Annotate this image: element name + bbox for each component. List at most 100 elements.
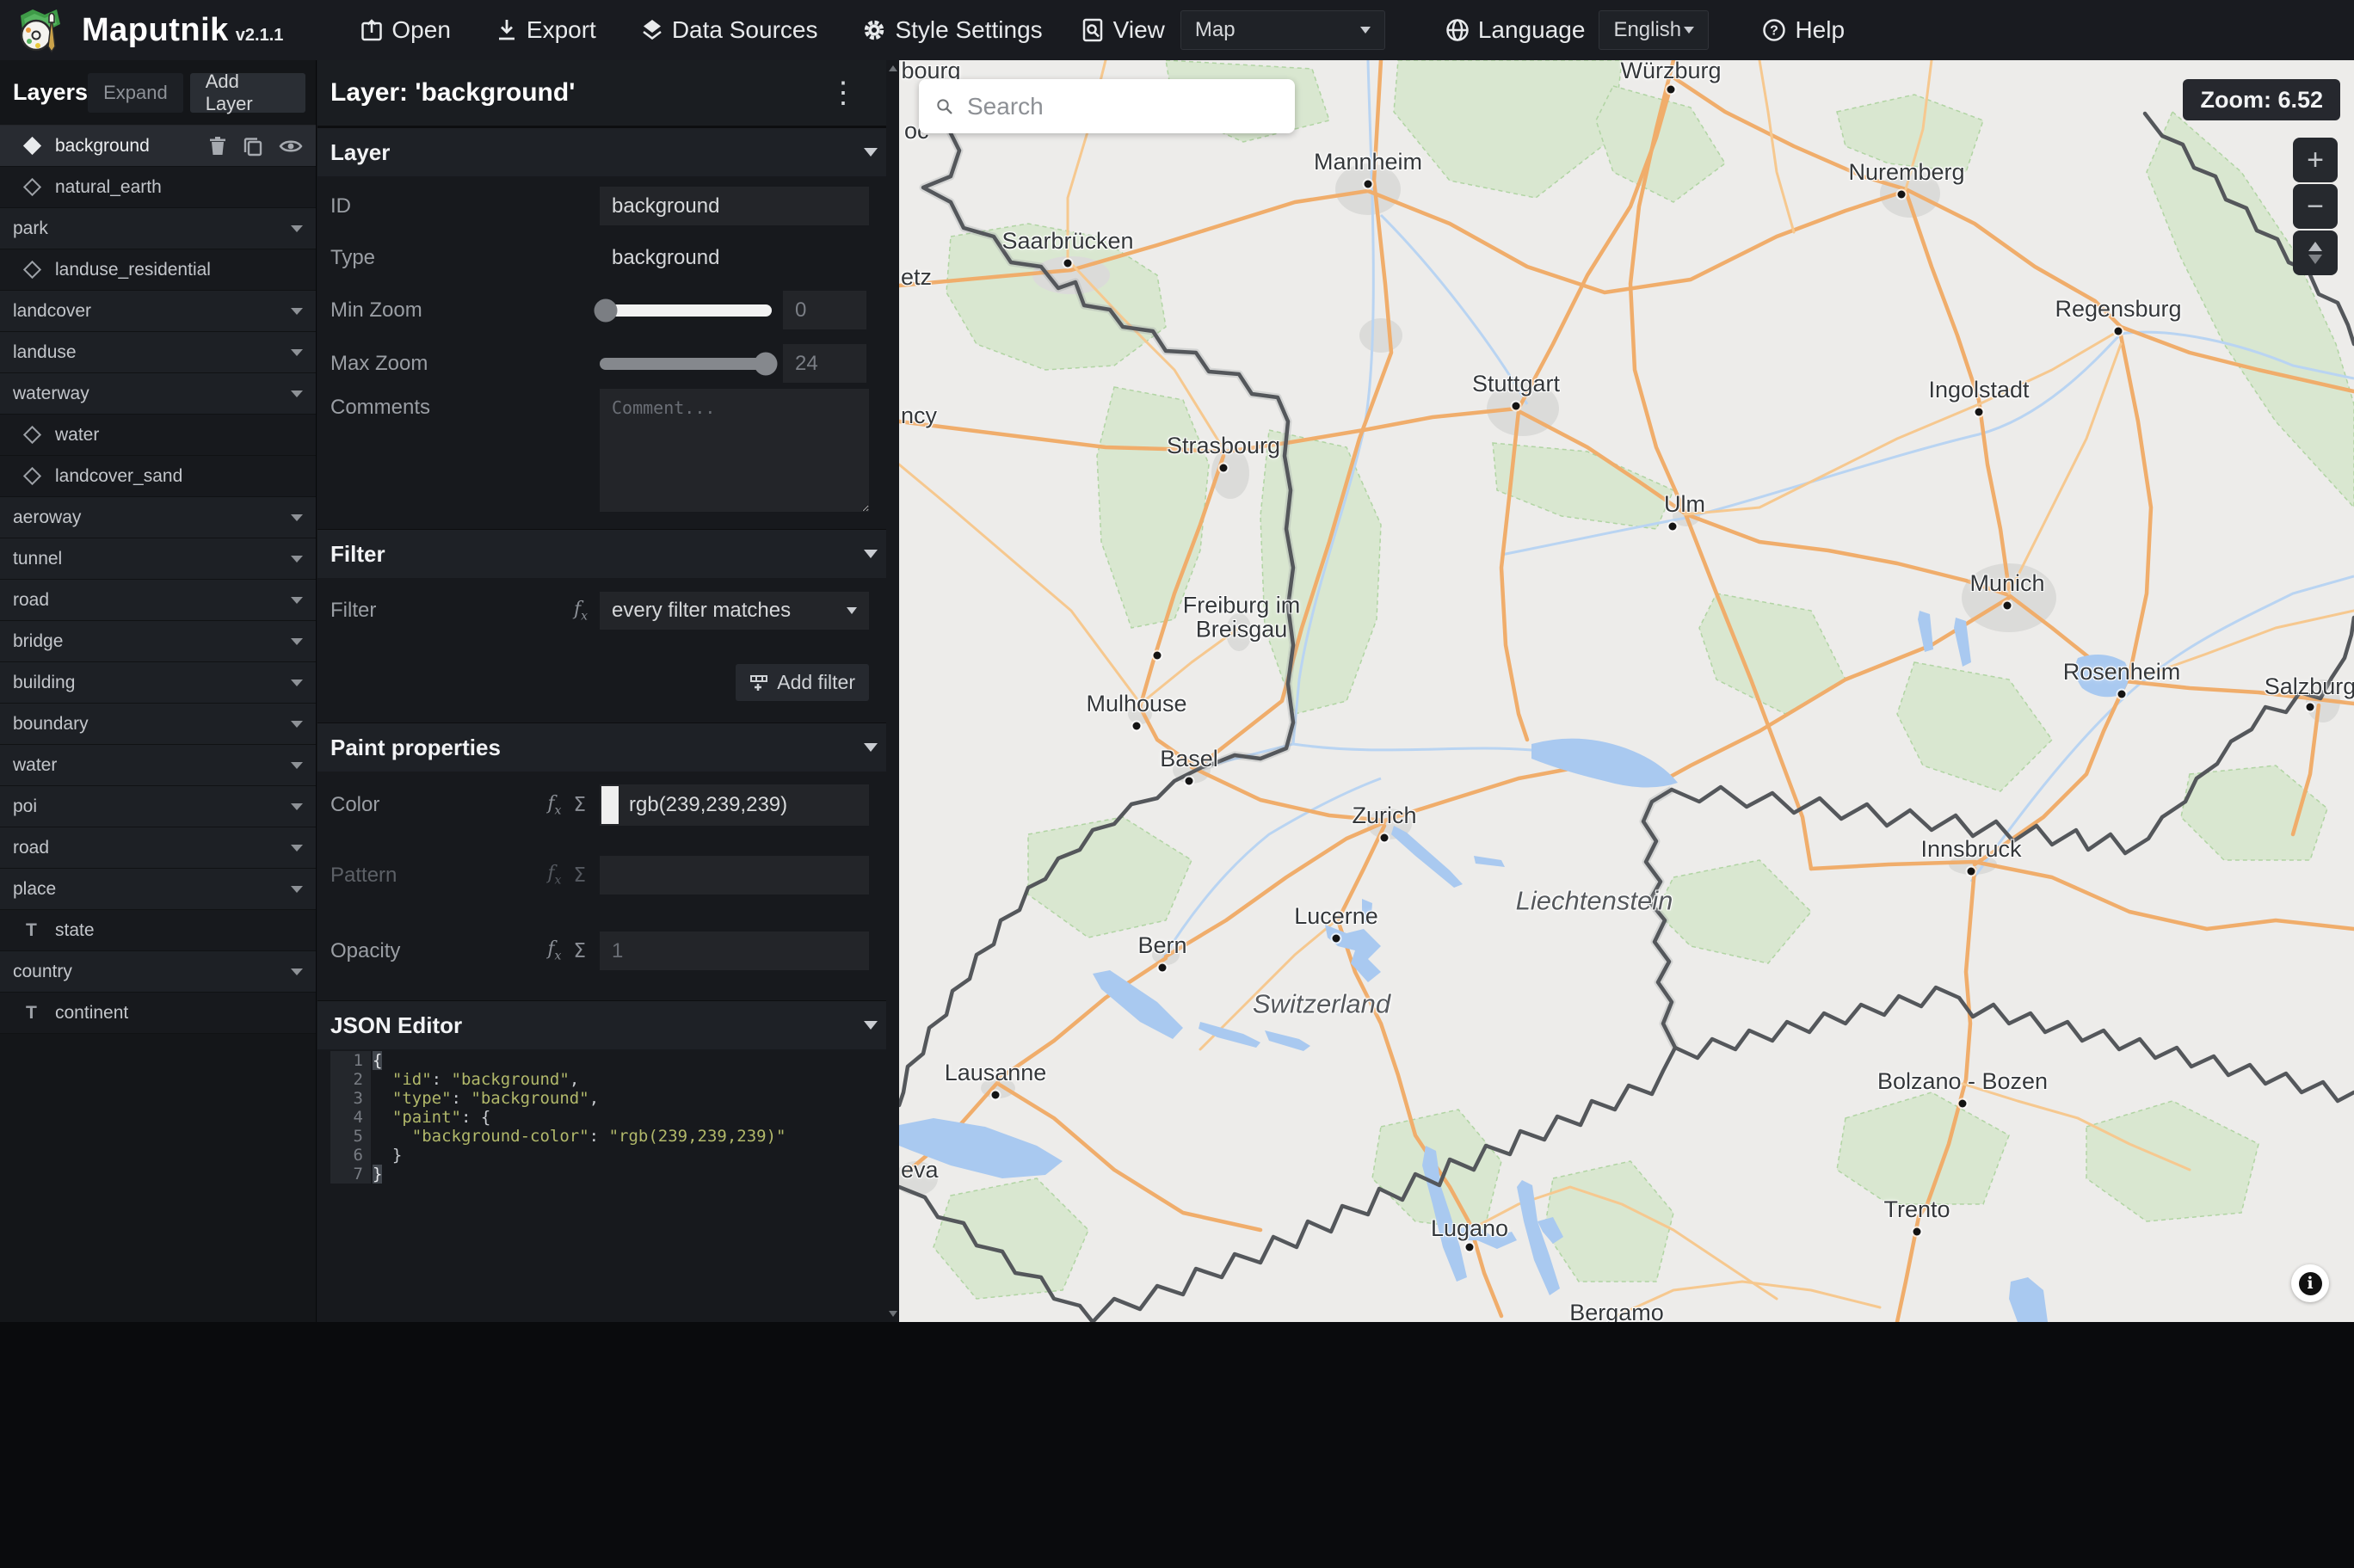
max-zoom-input[interactable] <box>783 344 866 383</box>
map-canvas[interactable]: bourg oc Würzburg Mannheim Nuremberg Saarbrüc… <box>899 60 2354 1322</box>
language-menu: Language <box>1445 16 1585 44</box>
json-line-3[interactable]: 3 "type": "background", <box>317 1089 899 1108</box>
chevron-down-icon[interactable] <box>291 224 303 232</box>
section-header-paint[interactable]: Paint properties <box>317 723 899 772</box>
json-line-4[interactable]: 4 "paint": { <box>317 1108 899 1127</box>
map-label-munich: Munich <box>1969 569 2045 596</box>
zoom-out-button[interactable]: − <box>2293 184 2338 229</box>
chevron-down-icon[interactable] <box>291 844 303 852</box>
style-settings-menu-item[interactable]: Style Settings <box>862 16 1043 44</box>
function-icon[interactable]: fx <box>547 938 561 962</box>
sidebar-item-landuse-group[interactable]: landuse <box>0 332 316 373</box>
city-dot <box>1364 180 1372 188</box>
sidebar-item-tunnel-group[interactable]: tunnel <box>0 538 316 580</box>
comments-textarea[interactable] <box>600 389 869 512</box>
sidebar-item-poi-group[interactable]: poi <box>0 786 316 827</box>
sidebar-item-building-group[interactable]: building <box>0 662 316 704</box>
chevron-down-icon[interactable] <box>291 555 303 563</box>
chevron-down-icon[interactable] <box>291 885 303 893</box>
sigma-icon[interactable]: Σ <box>573 940 586 962</box>
duplicate-icon[interactable] <box>243 136 263 157</box>
kebab-menu-icon[interactable]: ⋮ <box>829 78 858 108</box>
filter-combinator-select[interactable]: every filter matches <box>600 592 869 630</box>
chevron-down-icon[interactable] <box>291 348 303 356</box>
section-header-layer[interactable]: Layer <box>317 127 899 176</box>
max-zoom-slider[interactable] <box>600 352 778 375</box>
search-box[interactable] <box>919 79 1295 133</box>
scroll-down-icon[interactable] <box>889 1311 897 1317</box>
sidebar-item-landcover_sand[interactable]: landcover_sand <box>0 456 316 497</box>
slider-thumb[interactable] <box>754 352 778 375</box>
chevron-down-icon[interactable] <box>291 637 303 645</box>
sidebar-item-waterway-group[interactable]: waterway <box>0 373 316 415</box>
chevron-down-icon[interactable] <box>291 968 303 975</box>
sidebar-item-landuse_residential[interactable]: landuse_residential <box>0 249 316 291</box>
function-icon[interactable]: fx <box>547 863 561 887</box>
scroll-up-icon[interactable] <box>889 65 897 71</box>
add-layer-button[interactable]: Add Layer <box>189 71 305 114</box>
chevron-down-icon[interactable] <box>291 802 303 810</box>
opacity-input[interactable] <box>600 932 869 970</box>
function-icon[interactable]: fx <box>547 793 561 817</box>
sidebar-item-background[interactable]: background <box>0 126 316 167</box>
section-header-json[interactable]: JSON Editor <box>317 1000 899 1049</box>
attribution-info-button[interactable]: i <box>2291 1264 2329 1302</box>
sidebar-item-state[interactable]: Tstate <box>0 910 316 951</box>
sidebar-item-boundary-group[interactable]: boundary <box>0 704 316 745</box>
sidebar-item-natural_earth[interactable]: natural_earth <box>0 167 316 208</box>
id-input[interactable] <box>600 187 869 225</box>
chevron-down-icon[interactable] <box>291 679 303 686</box>
color-swatch[interactable] <box>601 786 619 824</box>
sigma-icon[interactable]: Σ <box>573 864 586 887</box>
chevron-down-icon[interactable] <box>291 307 303 315</box>
help-menu[interactable]: ? Help <box>1762 16 1845 44</box>
export-menu-item[interactable]: Export <box>496 16 596 44</box>
language-select[interactable]: English <box>1599 10 1710 50</box>
chevron-down-icon[interactable] <box>291 390 303 397</box>
sidebar-item-road-group[interactable]: road <box>0 827 316 869</box>
json-line-5[interactable]: 5 "background-color": "rgb(239,239,239)" <box>317 1127 899 1146</box>
sidebar-item-aeroway-group[interactable]: aeroway <box>0 497 316 538</box>
view-menu: View <box>1082 16 1165 44</box>
min-zoom-input[interactable] <box>783 291 866 329</box>
sidebar-item-continent[interactable]: Tcontinent <box>0 993 316 1034</box>
sidebar-item-park-group[interactable]: park <box>0 208 316 249</box>
visibility-icon[interactable] <box>279 138 303 155</box>
chevron-down-icon[interactable] <box>291 596 303 604</box>
chevron-down-icon[interactable] <box>291 720 303 728</box>
json-line-1[interactable]: 1{ <box>317 1051 899 1070</box>
zoom-in-button[interactable]: + <box>2293 138 2338 182</box>
json-line-6[interactable]: 6 } <box>317 1146 899 1165</box>
min-zoom-slider[interactable] <box>594 298 772 322</box>
city-dot <box>1668 522 1677 531</box>
sidebar-item-landcover-group[interactable]: landcover <box>0 291 316 332</box>
search-input[interactable] <box>967 92 1278 120</box>
json-code-editor[interactable]: 1{2 "id": "background", 3 "type": "backgr… <box>317 1051 899 1184</box>
sidebar-item-country-group[interactable]: country <box>0 951 316 993</box>
add-filter-button[interactable]: Add filter <box>736 664 869 701</box>
chevron-down-icon[interactable] <box>291 513 303 521</box>
json-line-2[interactable]: 2 "id": "background", <box>317 1070 899 1089</box>
slider-thumb[interactable] <box>594 298 618 322</box>
chevron-down-icon[interactable] <box>291 761 303 769</box>
data-sources-menu-item[interactable]: Data Sources <box>641 16 817 44</box>
pattern-input[interactable] <box>600 856 869 895</box>
sidebar-item-bridge-group[interactable]: bridge <box>0 621 316 662</box>
function-icon[interactable]: fx <box>574 599 588 623</box>
compass-button[interactable] <box>2293 231 2338 275</box>
sidebar-item-place-group[interactable]: place <box>0 869 316 910</box>
sidebar-item-water-group[interactable]: water <box>0 745 316 786</box>
sidebar-item-road-group[interactable]: road <box>0 580 316 621</box>
open-menu-item[interactable]: Open <box>360 16 451 44</box>
sidebar-item-water[interactable]: water <box>0 415 316 456</box>
chevron-down-icon <box>847 607 857 614</box>
layer-name: water <box>13 754 58 775</box>
section-header-filter[interactable]: Filter <box>317 529 899 578</box>
sigma-icon[interactable]: Σ <box>573 794 586 816</box>
color-input[interactable]: rgb(239,239,239) <box>600 784 869 826</box>
view-select[interactable]: Map <box>1180 10 1385 50</box>
json-line-7[interactable]: 7} <box>317 1165 899 1184</box>
delete-icon[interactable] <box>208 136 227 157</box>
editor-scrollbar[interactable] <box>886 60 899 1322</box>
expand-button[interactable]: Expand <box>88 72 183 113</box>
